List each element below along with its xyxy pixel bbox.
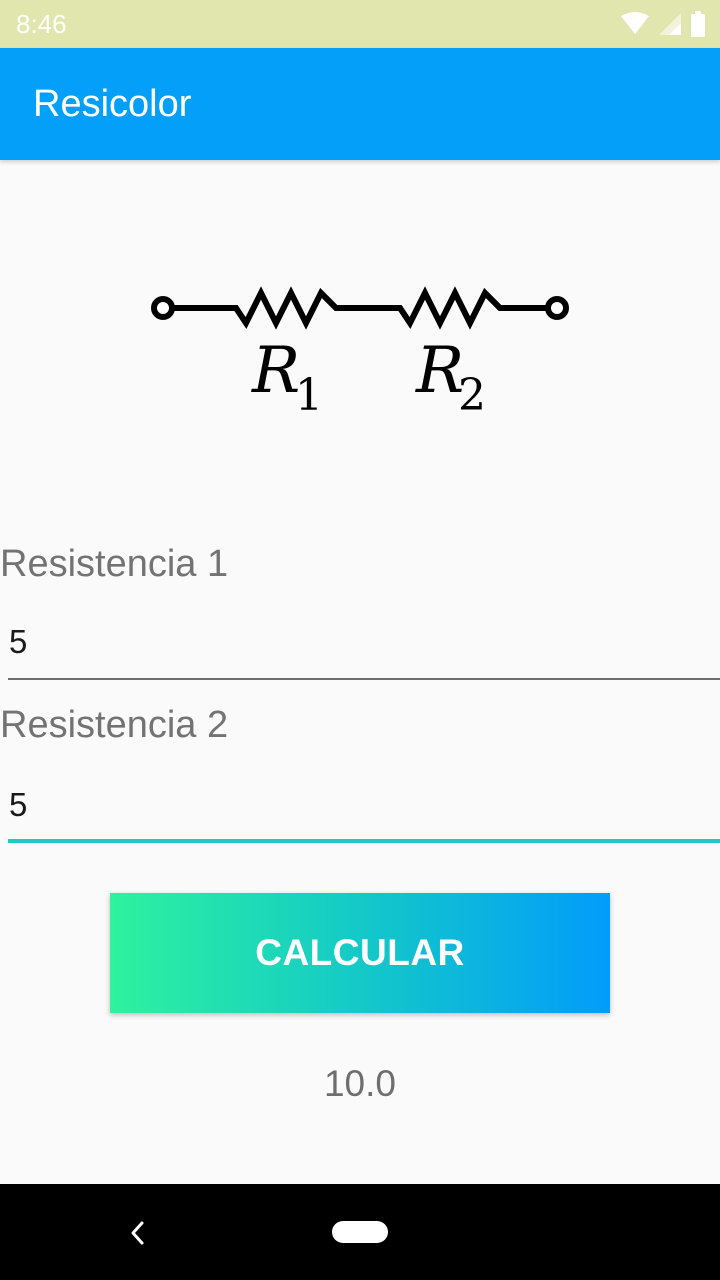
circuit-wire (172, 286, 548, 330)
signal-icon (659, 13, 681, 35)
terminal-left (151, 296, 175, 320)
status-bar: 8:46 (0, 0, 720, 48)
series-circuit-diagram: R 1 R 2 (151, 286, 569, 421)
terminal-right (545, 296, 569, 320)
app-title: Resicolor (33, 83, 192, 125)
resistance-2-underline (8, 839, 720, 843)
wifi-icon (621, 12, 649, 34)
resistor-2-subscript: 2 (458, 370, 486, 421)
navigation-bar (0, 1184, 720, 1280)
resistance-1-input[interactable]: 5 (9, 622, 27, 662)
calculate-button[interactable]: CALCULAR (110, 893, 610, 1013)
resistor-1-subscript: 1 (295, 370, 323, 421)
battery-icon (691, 11, 705, 37)
back-icon[interactable] (128, 1220, 148, 1246)
result-value: 10.0 (323, 1063, 396, 1104)
resistance-1-underline (8, 678, 720, 680)
resistance-1-label: Resistencia 1 (0, 543, 229, 585)
status-time: 8:46 (16, 9, 67, 39)
app-bar: Resicolor (0, 48, 720, 160)
resistance-2-input[interactable]: 5 (9, 785, 27, 825)
resistor-1-label: R (251, 334, 300, 408)
resistor-2-label: R (415, 334, 464, 408)
resistance-2-label: Resistencia 2 (0, 704, 229, 746)
home-pill-icon[interactable] (332, 1221, 388, 1243)
status-icons (620, 10, 706, 38)
